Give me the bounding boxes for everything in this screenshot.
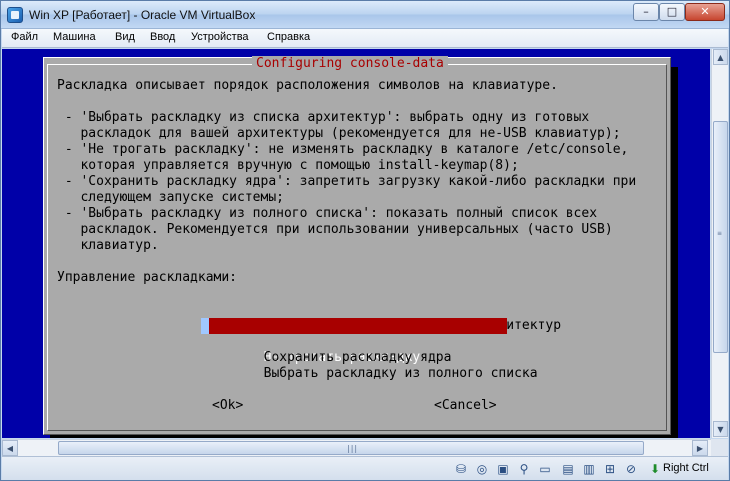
display-icon[interactable]: ▥: [581, 461, 597, 477]
horizontal-scrollbar[interactable]: ◀ ||| ▶: [2, 439, 711, 456]
description-line: - 'Сохранить раскладку ядра': запретить …: [57, 174, 637, 189]
description-line: раскладок для вашей архитектуры (рекомен…: [57, 126, 621, 141]
horizontal-scroll-thumb[interactable]: |||: [58, 441, 644, 455]
virtualbox-window: Win XP [Работает] - Oracle VM VirtualBox…: [0, 0, 730, 481]
menu-view[interactable]: Вид: [115, 31, 135, 43]
close-button[interactable]: ✕: [685, 3, 725, 21]
ok-button[interactable]: <Ok>: [212, 398, 243, 414]
maximize-button[interactable]: □: [659, 3, 685, 21]
hard-disk-icon[interactable]: ⛁: [453, 461, 469, 477]
host-key-label: Right Ctrl: [663, 462, 709, 474]
dialog-intro-text: Раскладка описывает порядок расположения…: [57, 78, 558, 93]
window-title: Win XP [Работает] - Oracle VM VirtualBox: [29, 8, 256, 22]
description-line: раскладок. Рекомендуется при использован…: [57, 222, 613, 237]
description-line: - 'Выбрать раскладку из списка архитекту…: [57, 110, 590, 125]
mouse-integration-icon[interactable]: ⊘: [623, 461, 639, 477]
menu-input[interactable]: Ввод: [150, 31, 175, 43]
floppy-icon[interactable]: ▣: [495, 461, 511, 477]
option-label: Выбрать раскладку из полного списка: [263, 366, 538, 381]
text-cursor: [201, 318, 209, 334]
scroll-down-arrow-icon[interactable]: ▼: [713, 421, 728, 437]
recording-icon[interactable]: ⊞: [602, 461, 618, 477]
menu-file[interactable]: Файл: [11, 31, 38, 43]
vertical-scroll-thumb[interactable]: ≡: [713, 121, 728, 353]
description-line: - 'Не трогать раскладку': не изменять ра…: [57, 142, 629, 157]
minimize-button[interactable]: –: [633, 3, 659, 21]
title-bar[interactable]: Win XP [Работает] - Oracle VM VirtualBox…: [1, 1, 729, 29]
grip-icon: |||: [347, 444, 359, 453]
scroll-up-arrow-icon[interactable]: ▲: [713, 49, 728, 65]
usb-icon[interactable]: ⚲: [516, 461, 532, 477]
option-keep-kernel-layout[interactable]: Сохранить раскладку ядра: [201, 334, 507, 365]
menu-help[interactable]: Справка: [267, 31, 310, 43]
network-icon[interactable]: ▭: [537, 461, 553, 477]
menu-machine[interactable]: Машина: [53, 31, 96, 43]
cancel-button[interactable]: <Cancel>: [434, 398, 497, 414]
option-keep-layout-selected[interactable]: Не трогать раскладку: [201, 318, 507, 365]
scroll-left-arrow-icon[interactable]: ◀: [2, 440, 18, 456]
grip-icon: ≡: [717, 230, 723, 237]
guest-display[interactable]: Configuring console-data Раскладка описы…: [2, 49, 710, 438]
console-data-dialog: Configuring console-data Раскладка описы…: [43, 56, 671, 435]
scroll-right-arrow-icon[interactable]: ▶: [692, 440, 708, 456]
host-key-arrow-icon: ⬇: [649, 462, 661, 476]
status-bar: ⛁ ◎ ▣ ⚲ ▭ ▤ ▥ ⊞ ⊘ ⬇ Right Ctrl: [2, 456, 728, 480]
option-select-from-arch-list[interactable]: Выбрать раскладку из списка архитектур: [201, 302, 561, 333]
menu-devices[interactable]: Устройства: [191, 31, 249, 43]
dialog-title: Configuring console-data: [252, 56, 448, 72]
layout-prompt: Управление раскладками:: [57, 270, 238, 285]
description-line: клавиатур.: [57, 238, 159, 253]
vertical-scrollbar[interactable]: ▲ ≡ ▼: [711, 49, 728, 438]
optical-drive-icon[interactable]: ◎: [474, 461, 490, 477]
description-line: - 'Выбрать раскладку из полного списка':…: [57, 206, 598, 221]
shared-folders-icon[interactable]: ▤: [560, 461, 576, 477]
virtualbox-app-icon: [7, 7, 23, 23]
description-line: следующем запуске системы;: [57, 190, 284, 205]
description-line: которая управляется вручную с помощью in…: [57, 158, 519, 173]
option-select-from-full-list[interactable]: Выбрать раскладку из полного списка: [201, 350, 538, 381]
scrollbar-corner: [711, 439, 728, 456]
menu-bar: Файл Машина Вид Ввод Устройства Справка: [2, 29, 728, 48]
